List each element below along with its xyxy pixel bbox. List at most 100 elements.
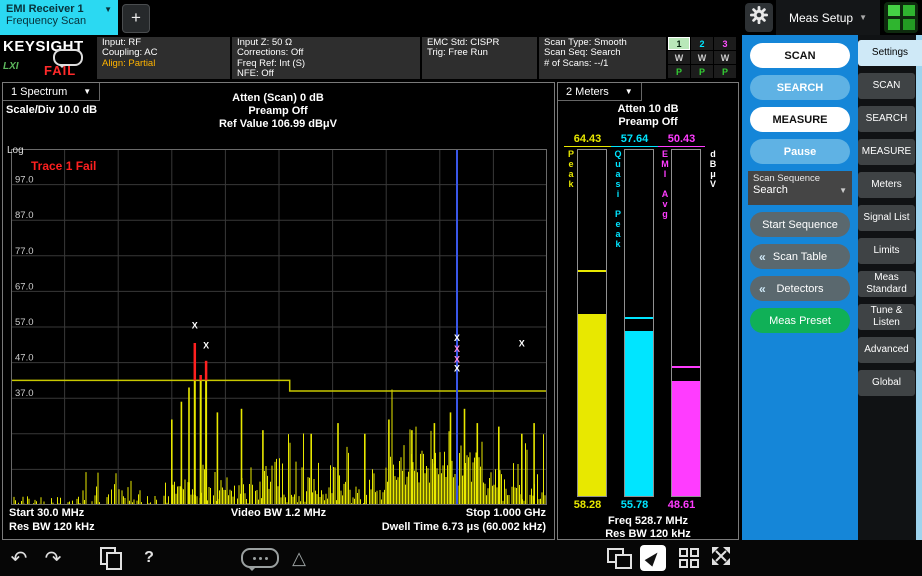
instrument-mode-tab[interactable]: EMI Receiver 1 ▼ Frequency Scan bbox=[0, 0, 118, 35]
mode-tab-line2: Frequency Scan bbox=[6, 15, 112, 27]
scan-sequence-dropdown[interactable]: Scan Sequence Search ▼ bbox=[748, 171, 852, 205]
spectrum-graph[interactable]: XXXXXXX97.087.077.067.057.047.037.0 bbox=[11, 149, 547, 505]
trace-3-num-cell[interactable]: 3 bbox=[714, 37, 736, 50]
system-settings-button[interactable] bbox=[745, 3, 773, 32]
trace-2-num-cell[interactable]: 2 bbox=[691, 37, 713, 50]
undo-icon[interactable]: ↶ bbox=[6, 545, 32, 571]
menu-item-advanced[interactable]: Advanced bbox=[858, 337, 915, 363]
search-button[interactable]: SEARCH bbox=[750, 75, 850, 100]
submenu-column: Settings SCAN SEARCH MEASURE Meters Signal Li… bbox=[858, 35, 922, 540]
scan-sequence-value: Search bbox=[753, 184, 788, 196]
meter-current-value: 58.28 bbox=[564, 499, 611, 512]
fullscreen-button[interactable] bbox=[708, 545, 734, 571]
apps-grid-icon bbox=[903, 19, 915, 30]
meter-fill bbox=[578, 314, 606, 496]
meter-max-marker bbox=[578, 270, 606, 272]
menu-item-signal-list[interactable]: Signal List bbox=[858, 205, 915, 231]
dual-window-icon bbox=[607, 547, 632, 569]
meter-freq-label: Freq 528.7 MHz bbox=[558, 515, 738, 527]
svg-text:87.0: 87.0 bbox=[15, 210, 34, 221]
trace-1-num-cell[interactable]: 1 bbox=[668, 37, 690, 50]
pause-button[interactable]: Pause bbox=[750, 139, 850, 164]
pointer-select-button[interactable] bbox=[640, 545, 666, 571]
scan-sequence-label: Scan Sequence bbox=[753, 173, 847, 184]
chevron-down-icon: ▼ bbox=[104, 5, 112, 14]
menu-item-global[interactable]: Global bbox=[858, 370, 915, 396]
scan-settings-block[interactable]: Scan Type: SmoothScan Seq: Search# of Sc… bbox=[539, 37, 666, 79]
svg-text:57.0: 57.0 bbox=[15, 317, 34, 328]
meter-max-value: 57.64 bbox=[611, 133, 658, 147]
add-tab-button[interactable]: + bbox=[122, 4, 150, 33]
help-icon[interactable]: ? bbox=[136, 545, 162, 571]
atten-label: Atten (Scan) 0 dB bbox=[143, 92, 413, 105]
trace-indicator-table[interactable]: 123WWWPPP bbox=[668, 37, 740, 79]
chevron-left-icon: « bbox=[759, 282, 766, 296]
spectrum-header-info: Atten (Scan) 0 dB Preamp Off Ref Value 1… bbox=[143, 92, 413, 131]
menu-item-search[interactable]: SEARCH bbox=[858, 106, 915, 132]
screenshot-icon[interactable] bbox=[98, 545, 124, 571]
chevron-left-icon: « bbox=[759, 250, 766, 264]
input-settings-block[interactable]: Input: RFCoupling: ACAlign: Partial bbox=[97, 37, 230, 79]
impedance-settings-block[interactable]: Input Z: 50 ΩCorrections: OffFreq Ref: I… bbox=[232, 37, 420, 79]
preamp-label: Preamp Off bbox=[143, 105, 413, 118]
svg-text:37.0: 37.0 bbox=[15, 388, 34, 399]
scan-button[interactable]: SCAN bbox=[750, 43, 850, 68]
meter-peak: 64.43Peak58.28 bbox=[564, 133, 611, 512]
chevron-down-icon: ▼ bbox=[83, 87, 91, 96]
res-bw-label: Res BW 120 kHz bbox=[9, 521, 95, 533]
meas-preset-button[interactable]: Meas Preset bbox=[750, 308, 850, 333]
meter-max-value: 50.43 bbox=[658, 133, 705, 147]
trace-1-w-cell[interactable]: W bbox=[668, 51, 690, 64]
menu-item-limits[interactable]: Limits bbox=[858, 238, 915, 264]
menu-item-meters[interactable]: Meters bbox=[858, 172, 915, 198]
expand-arrows-icon bbox=[710, 545, 732, 572]
menu-item-tune-listen[interactable]: Tune & Listen bbox=[858, 304, 915, 330]
spectrum-title-dropdown[interactable]: 1 Spectrum ▼ bbox=[3, 83, 100, 101]
window-grid-button[interactable] bbox=[676, 545, 702, 571]
emc-trigger-block[interactable]: EMC Std: CISPRTrig: Free Run bbox=[422, 37, 537, 79]
meters-window: 2 Meters ▼ Atten 10 dB Preamp Off 64.43P… bbox=[557, 82, 739, 540]
svg-text:X: X bbox=[192, 321, 198, 331]
emi-receiver-app: EMI Receiver 1 ▼ Frequency Scan + bbox=[0, 0, 922, 576]
gesture-triangle-icon[interactable]: △ bbox=[286, 545, 312, 571]
trace-1-p-cell[interactable]: P bbox=[668, 65, 690, 78]
meter-fill bbox=[625, 331, 653, 496]
menu-title-dropdown[interactable]: Meas Setup ▼ bbox=[776, 0, 880, 35]
pages-icon bbox=[99, 547, 123, 569]
fail-status-badge: FAIL bbox=[44, 63, 76, 78]
menu-item-settings[interactable]: Settings bbox=[858, 40, 922, 66]
menu-item-scan[interactable]: SCAN bbox=[858, 73, 915, 99]
menu-title-label: Meas Setup bbox=[789, 11, 853, 25]
trace-3-w-cell[interactable]: W bbox=[714, 51, 736, 64]
arrange-windows-icon[interactable] bbox=[606, 545, 632, 571]
speech-bubble-icon bbox=[241, 548, 279, 568]
trace-3-p-cell[interactable]: P bbox=[714, 65, 736, 78]
measure-button[interactable]: MEASURE bbox=[750, 107, 850, 132]
detectors-button[interactable]: «Detectors bbox=[750, 276, 850, 301]
status-line: Align: Partial bbox=[102, 59, 225, 69]
scan-table-button[interactable]: «Scan Table bbox=[750, 244, 850, 269]
chevron-down-icon: ▼ bbox=[839, 186, 847, 195]
redo-icon[interactable]: ↷ bbox=[40, 545, 66, 571]
bottom-toolbar: ↶ ↷ ? △ bbox=[0, 540, 922, 576]
messages-icon[interactable] bbox=[238, 545, 282, 571]
meters-title-label: 2 Meters bbox=[566, 86, 609, 98]
svg-text:97.0: 97.0 bbox=[15, 175, 34, 186]
status-line: NFE: Off bbox=[237, 69, 415, 79]
amplitude-scale-type-label: Log bbox=[7, 145, 24, 156]
menu-item-meas-standard[interactable]: Meas Standard bbox=[858, 271, 915, 297]
start-sequence-button[interactable]: Start Sequence bbox=[750, 212, 850, 237]
menu-item-measure[interactable]: MEASURE bbox=[858, 139, 915, 165]
grid-icon bbox=[679, 548, 699, 568]
trace-2-p-cell[interactable]: P bbox=[691, 65, 713, 78]
spectrum-window: 1 Spectrum ▼ Scale/Div 10.0 dB Atten (Sc… bbox=[2, 82, 555, 540]
meter-emi-avg: 50.43EMI Avg48.61 bbox=[658, 133, 705, 512]
meter-bars-area: 64.43Peak58.2857.64Quasi Peak55.7850.43E… bbox=[564, 133, 721, 512]
svg-text:X: X bbox=[454, 364, 460, 374]
svg-text:X: X bbox=[454, 333, 460, 343]
apps-grid-icon bbox=[903, 5, 915, 16]
apps-launcher-button[interactable] bbox=[884, 2, 918, 33]
meter-res-bw-label: Res BW 120 kHz bbox=[558, 528, 738, 540]
meters-title-dropdown[interactable]: 2 Meters ▼ bbox=[558, 83, 642, 101]
trace-2-w-cell[interactable]: W bbox=[691, 51, 713, 64]
